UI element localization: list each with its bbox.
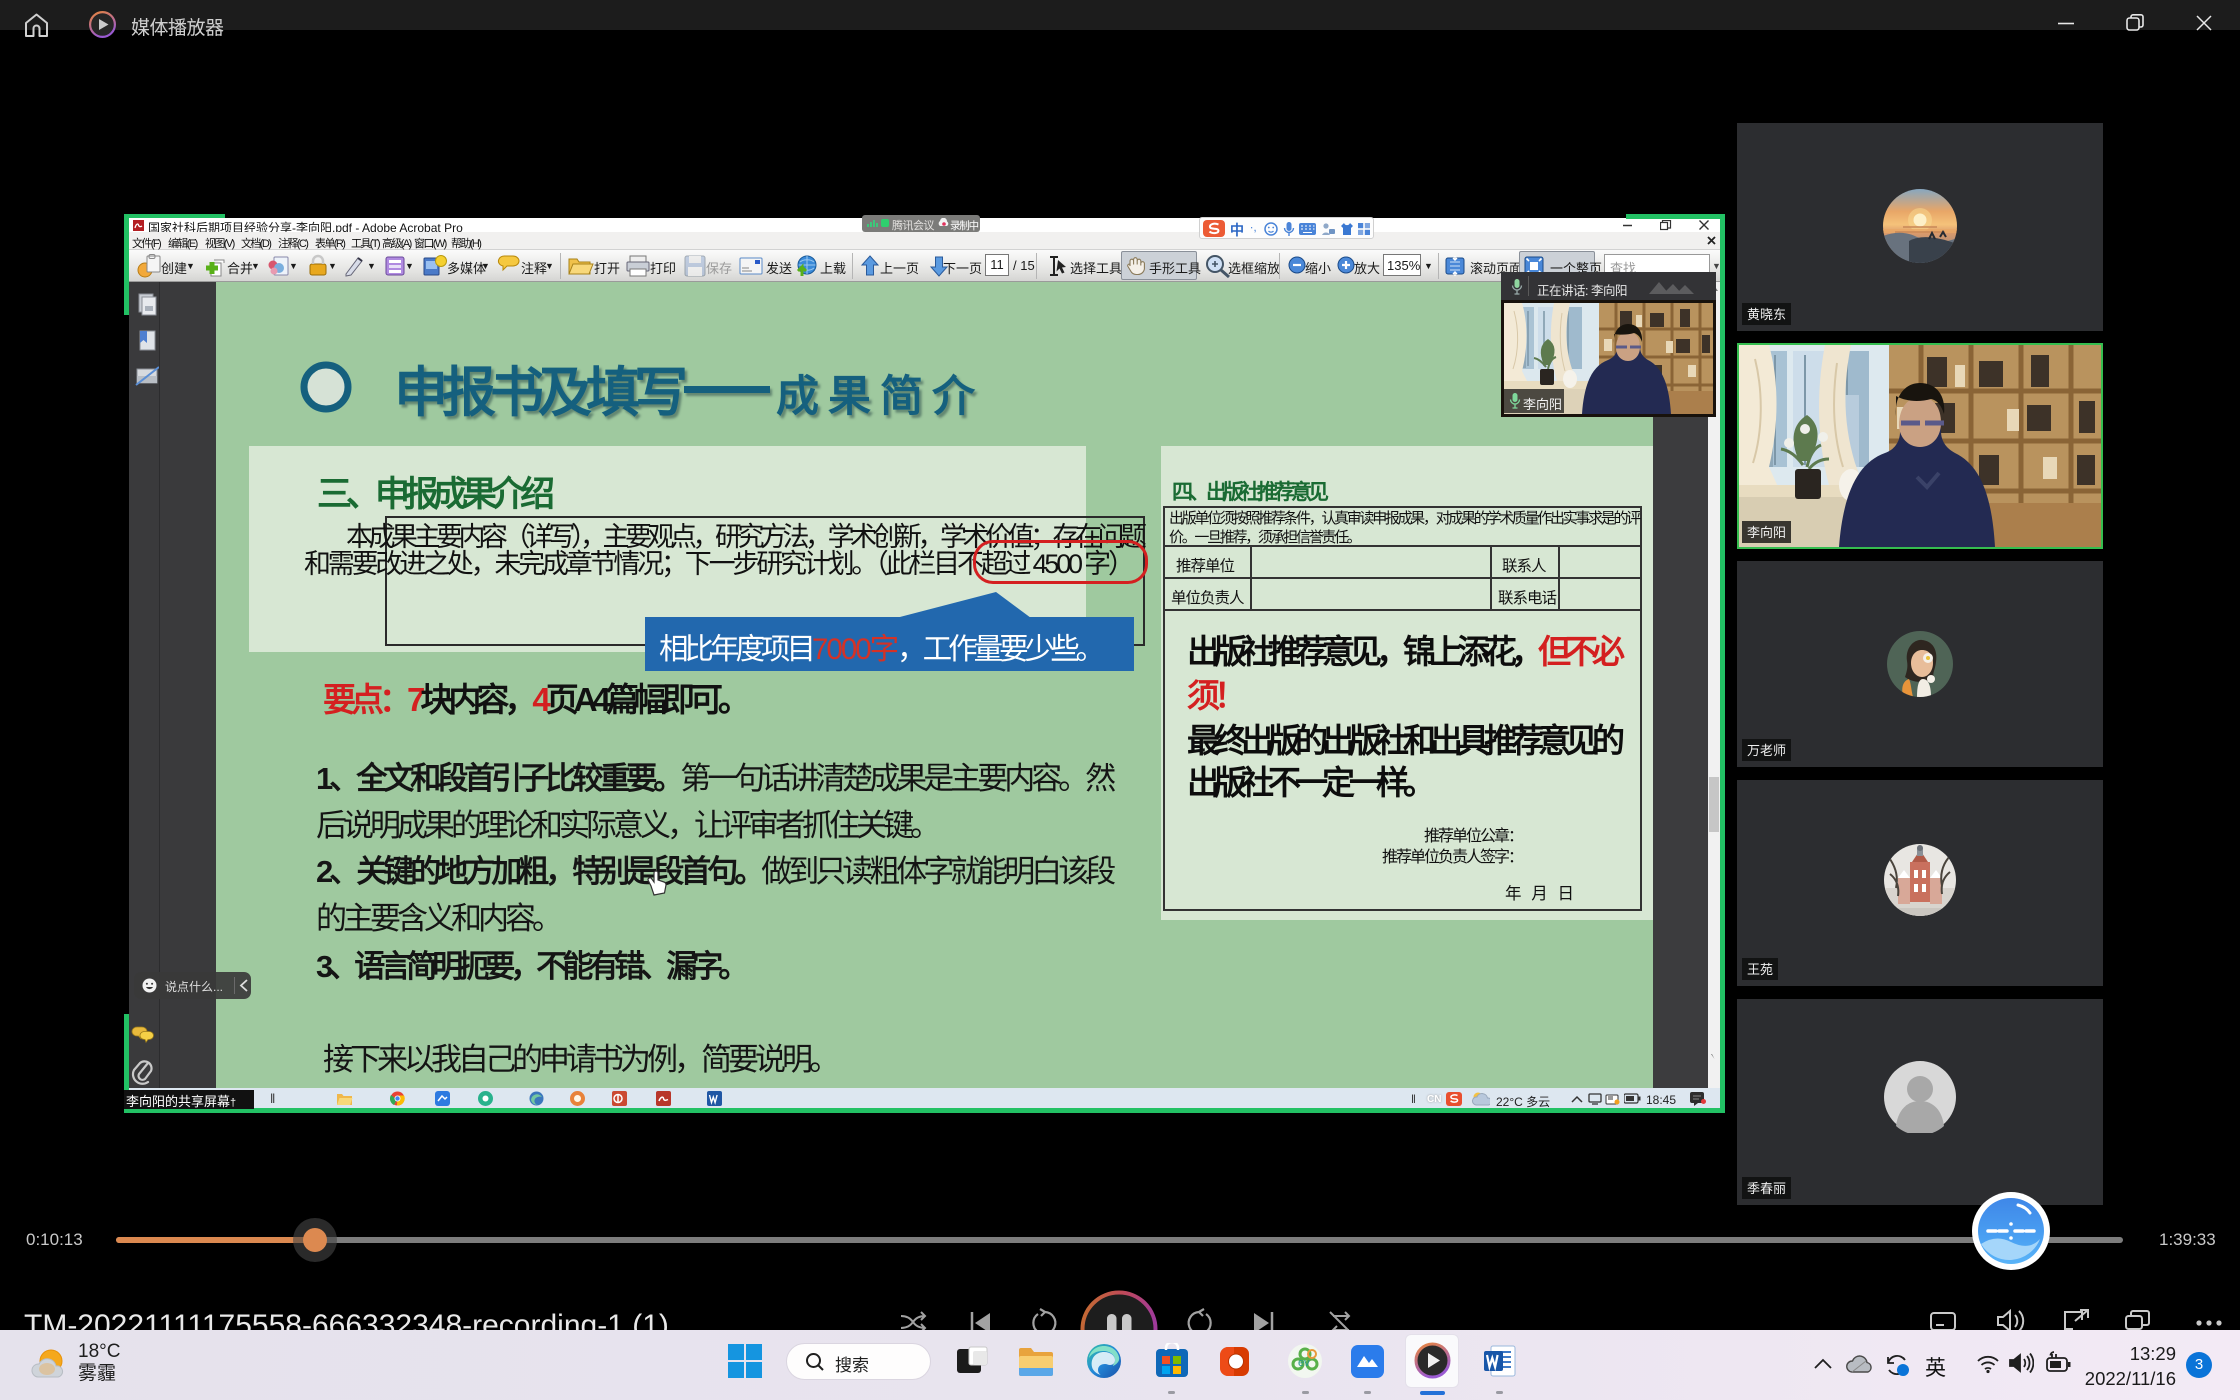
- svg-text:ev: ev: [1298, 1357, 1310, 1369]
